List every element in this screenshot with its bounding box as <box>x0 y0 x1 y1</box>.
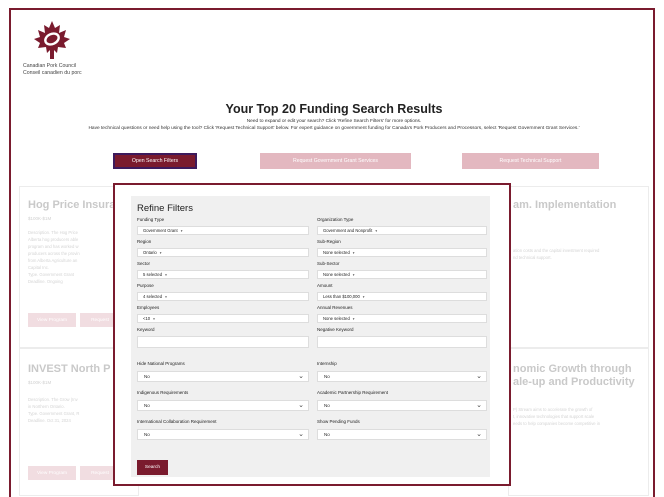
purpose-dropdown[interactable]: 4 selected ▾ <box>137 292 309 301</box>
refine-filters-panel: Refine Filters Funding Type Government G… <box>131 196 490 477</box>
international-select[interactable]: No ⌄ <box>137 429 309 440</box>
sub-region-label: Sub-Region <box>317 239 341 244</box>
region-dropdown[interactable]: Ontario ▾ <box>137 248 309 257</box>
program-title[interactable]: am. Implementation <box>513 199 616 211</box>
page-subtitle: Need to expand or edit your search? Clic… <box>246 119 422 124</box>
hide-national-label: Hide National Programs <box>137 361 185 366</box>
indigenous-label: Indigenous Requirements <box>137 390 189 395</box>
employees-label: Employees <box>137 305 160 310</box>
chevron-down-icon: ⌄ <box>476 402 482 409</box>
pending-funds-label: Show Pending Funds <box>317 419 360 424</box>
sub-region-dropdown[interactable]: None selected ▾ <box>317 248 487 257</box>
program-card: nomic Growth through ale-up and Producti… <box>508 348 649 496</box>
program-amount: $100K-$1M <box>28 380 52 385</box>
maple-leaf-logo-icon <box>34 21 70 59</box>
funding-type-label: Funding Type <box>137 217 165 222</box>
international-label: International Collaboration Requirement <box>137 419 217 424</box>
amount-dropdown[interactable]: Less than $100,000 ▾ <box>317 292 487 301</box>
amount-label: Amount <box>317 283 333 288</box>
employees-dropdown[interactable]: <10 ▾ <box>137 314 309 323</box>
caret-down-icon: ▾ <box>375 228 378 233</box>
annual-revenues-dropdown[interactable]: None selected ▾ <box>317 314 487 323</box>
caret-down-icon: ▾ <box>180 228 183 233</box>
page-title: Your Top 20 Funding Search Results <box>225 102 443 116</box>
help-text: Have technical questions or need help us… <box>88 126 580 131</box>
program-title[interactable]: INVEST North P <box>28 363 111 375</box>
negative-keyword-input[interactable] <box>317 336 487 348</box>
search-button[interactable]: Search <box>137 460 168 475</box>
indigenous-select[interactable]: No ⌄ <box>137 400 309 411</box>
sub-sector-label: Sub-Sector <box>317 261 340 266</box>
organization-type-dropdown[interactable]: Government and Nonprofit ▾ <box>317 226 487 235</box>
request-grant-services-button[interactable]: Request Government Grant Services <box>260 153 411 169</box>
internship-label: Internship <box>317 361 337 366</box>
program-title[interactable]: nomic Growth through <box>513 363 632 375</box>
program-title-line2[interactable]: ale-up and Productivity <box>513 376 635 388</box>
modal-title: Refine Filters <box>137 203 193 214</box>
caret-down-icon: ▾ <box>153 316 155 321</box>
refine-filters-modal: Refine Filters Funding Type Government G… <box>113 183 511 486</box>
caret-down-icon: ▾ <box>165 294 167 299</box>
keyword-label: Keyword <box>137 327 155 332</box>
view-program-button[interactable]: View Program <box>28 466 76 480</box>
keyword-input[interactable] <box>137 336 309 348</box>
sector-dropdown[interactable]: 5 selected ▾ <box>137 270 309 279</box>
academic-label: Academic Partnership Requirement <box>317 390 389 395</box>
chevron-down-icon: ⌄ <box>298 431 304 438</box>
caret-down-icon: ▾ <box>165 272 167 277</box>
program-description: Description. The Hog Price Alberta hog pr… <box>28 230 80 284</box>
chevron-down-icon: ⌄ <box>298 402 304 409</box>
funding-type-dropdown[interactable]: Government Grant ▾ <box>137 226 309 235</box>
caret-down-icon: ▾ <box>352 272 355 277</box>
program-description: P) Stream aims to accelerate the growth … <box>513 407 601 426</box>
pending-funds-select[interactable]: No ⌄ <box>317 429 487 440</box>
negative-keyword-label: Negative Keyword <box>317 327 354 332</box>
request-tech-support-button[interactable]: Request Technical Support <box>462 153 599 169</box>
internship-select[interactable]: No ⌄ <box>317 371 487 382</box>
academic-select[interactable]: No ⌄ <box>317 400 487 411</box>
caret-down-icon: ▾ <box>352 316 355 321</box>
sector-label: Sector <box>137 261 151 266</box>
program-description: ation costs and the capital investment r… <box>513 248 600 260</box>
chevron-down-icon: ⌄ <box>298 373 304 380</box>
hide-national-select[interactable]: No ⌄ <box>137 371 309 382</box>
organization-type-label: Organization Type <box>317 217 354 222</box>
program-card: am. Implementation ation costs and the c… <box>508 186 649 348</box>
annual-revenues-label: Annual Revenues <box>317 305 353 310</box>
chevron-down-icon: ⌄ <box>476 373 482 380</box>
purpose-label: Purpose <box>137 283 154 288</box>
program-amount: $100K-$1M <box>28 216 52 221</box>
chevron-down-icon: ⌄ <box>476 431 482 438</box>
caret-down-icon: ▾ <box>159 250 162 255</box>
sub-sector-dropdown[interactable]: None selected ▾ <box>317 270 487 279</box>
caret-down-icon: ▾ <box>352 250 355 255</box>
org-name-fr: Conseil canadien du porc <box>23 69 82 76</box>
logo: Canadian Pork Council Conseil canadien d… <box>23 20 103 98</box>
program-description: Description. The Grow (Inv in Northern On… <box>28 397 80 423</box>
caret-down-icon: ▾ <box>362 294 365 299</box>
open-search-filters-button[interactable]: Open Search Filters <box>113 153 197 169</box>
view-program-button[interactable]: View Program <box>28 313 76 327</box>
program-title[interactable]: Hog Price Insura <box>28 199 115 211</box>
region-label: Region <box>137 239 152 244</box>
